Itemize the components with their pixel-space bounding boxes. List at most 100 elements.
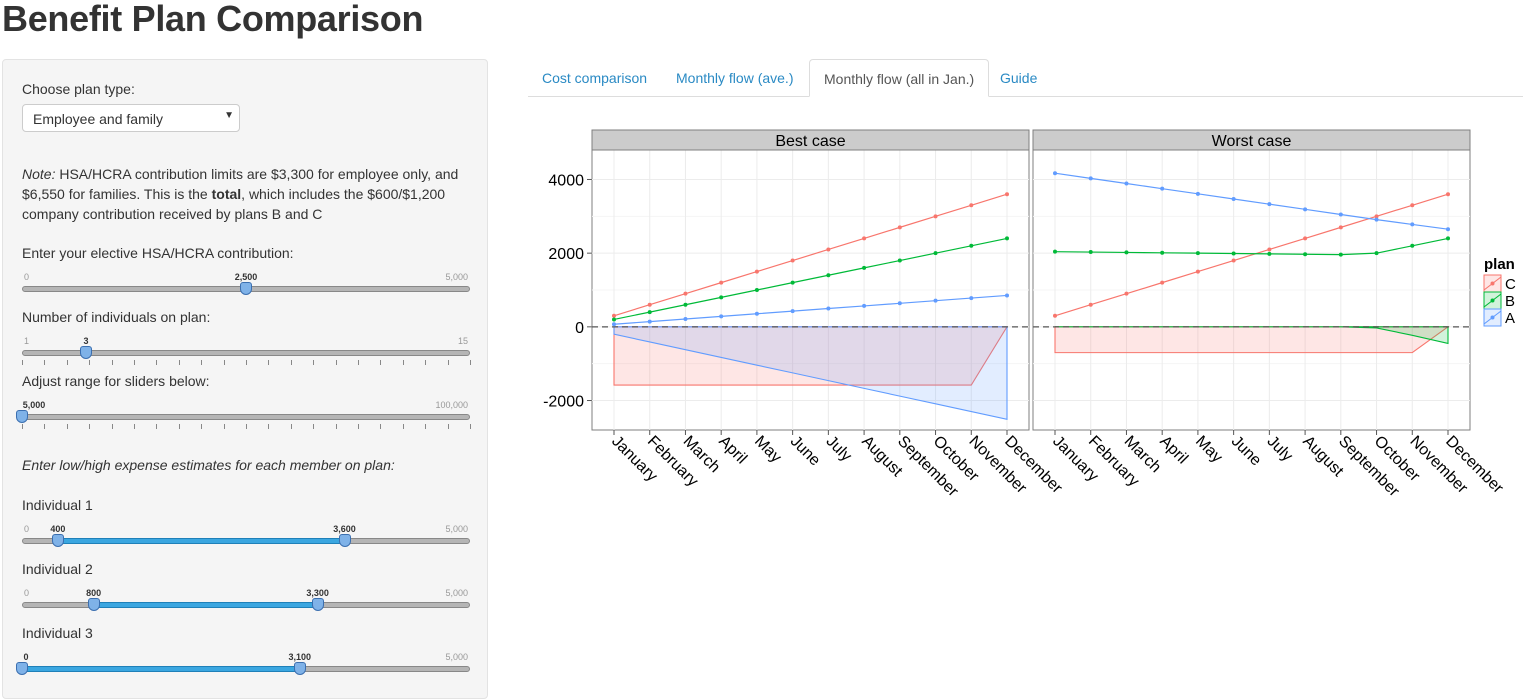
legend-title: plan [1484,256,1515,273]
data-point-plan-c [1410,203,1415,208]
slider-tick [66,424,68,429]
individual-1-range-slider[interactable]: 0 5,000 400 3,600 [22,524,470,558]
slider-selected-range [93,602,318,608]
slider-tick [313,360,315,365]
tab-cost-comparison[interactable]: Cost comparison [528,59,661,97]
individuals-count-slider[interactable]: 1 15 3 [22,336,471,370]
slider-tick [290,360,292,365]
data-point-plan-c [1088,302,1093,307]
data-point-plan-a [1231,197,1236,201]
data-point-plan-c [1338,225,1343,230]
data-point-plan-c [754,269,759,274]
slider-low-handle[interactable] [87,598,100,611]
slider-selected-range [57,538,345,544]
data-point-plan-c [862,236,867,241]
data-point-plan-a [826,306,831,311]
slider-high-handle[interactable] [293,662,306,675]
data-point-plan-c [1303,236,1308,241]
data-point-plan-b [1088,250,1093,255]
data-point-plan-b [1005,236,1009,241]
plan-type-select[interactable]: Employee and family ▼ [22,104,240,132]
data-point-plan-b [1195,251,1200,256]
slider-max-label: 100,000 [435,400,468,410]
data-point-plan-b [862,265,867,270]
slider-tick [246,424,247,429]
facet-title: Best case [775,133,845,150]
slider-high-handle[interactable] [338,534,351,547]
hsa-contribution-slider[interactable]: 0 5,000 2,500 [22,272,470,306]
data-point-plan-c [1267,247,1272,252]
data-point-plan-a [1160,186,1165,191]
chart-legend: plan CBA [1483,256,1516,327]
data-point-plan-b [1374,251,1379,256]
data-point-plan-c [1446,192,1450,197]
slider-ticks [22,360,471,365]
data-point-plan-b [897,258,902,263]
tab-guide[interactable]: Guide [986,59,1051,97]
slider-track[interactable] [22,414,470,420]
slider-tick [358,424,359,429]
slider-tick [223,424,225,429]
x-tick-label: May [751,433,784,466]
slider-max-label: 15 [457,336,468,346]
slider-handle[interactable] [16,410,28,423]
slider-handle[interactable] [240,282,252,295]
legend-label-plan-a: A [1505,310,1515,327]
tab-monthly-flow-ave[interactable]: Monthly flow (ave.) [662,59,807,97]
legend-key-point [1490,298,1495,303]
data-point-plan-b [1303,252,1308,257]
data-point-plan-b [933,251,938,256]
slider-max-label: 5,000 [445,652,468,662]
slider-max-label: 5,000 [445,588,468,598]
sidebar-panel: Choose plan type: Employee and family ▼ … [2,59,488,699]
data-point-plan-a [1410,222,1415,227]
slider-low-label: 0 [23,652,29,662]
slider-low-handle[interactable] [16,662,28,675]
monthly-flow-chart: -2000020004000Best caseJanuaryFebruaryMa… [543,129,1516,501]
note-prefix: Note: [22,166,56,182]
data-point-plan-c [683,291,688,296]
expense-estimate-label: Enter low/high expense estimates for eac… [22,457,395,473]
individual-3-label: Individual 3 [22,625,93,641]
slider-tick [290,424,292,429]
slider-tick [402,360,404,365]
slider-tick [335,424,337,429]
data-point-plan-b [754,288,759,292]
y-tick-label: 2000 [548,246,584,263]
data-point-plan-a [1338,212,1343,217]
data-point-plan-a [862,303,867,308]
hsa-contribution-label: Enter your elective HSA/HCRA contributio… [22,245,294,261]
data-point-plan-b [790,280,795,285]
data-point-plan-a [683,316,688,321]
slider-range-slider[interactable]: 5,000 100,000 [16,400,471,434]
individual-2-range-slider[interactable]: 0 5,000 800 3,300 [22,588,470,622]
slider-tick [268,360,270,365]
data-point-plan-c [933,214,938,219]
slider-handle[interactable] [80,346,93,359]
data-point-plan-c [1005,192,1009,197]
x-tick-label: June [787,433,824,470]
tab-monthly-flow-all-jan[interactable]: Monthly flow (all in Jan.) [809,59,990,97]
data-point-plan-b [1160,250,1165,255]
slider-value-label: 2,500 [234,272,258,282]
data-point-plan-a [754,311,759,316]
x-tick-label: July [823,433,855,465]
x-tick-label: June [1228,433,1265,470]
slider-tick [178,424,180,429]
slider-range-label: Adjust range for sliders below: [22,373,210,389]
data-point-plan-b [612,317,616,322]
slider-high-handle[interactable] [311,598,324,611]
slider-tick [89,424,91,429]
data-point-plan-b [1053,249,1057,254]
slider-tick [66,360,68,365]
slider-tick [268,424,270,429]
legend-label-plan-c: C [1505,276,1516,293]
individual-3-range-slider[interactable]: 5,000 0 3,100 [16,652,470,686]
slider-low-handle[interactable] [51,534,64,547]
data-point-plan-a [719,314,724,319]
slider-min-label: 1 [24,336,30,346]
slider-tick [134,360,135,365]
slider-tick [111,424,113,429]
data-point-plan-c [1053,313,1057,318]
data-point-plan-a [1124,181,1129,186]
